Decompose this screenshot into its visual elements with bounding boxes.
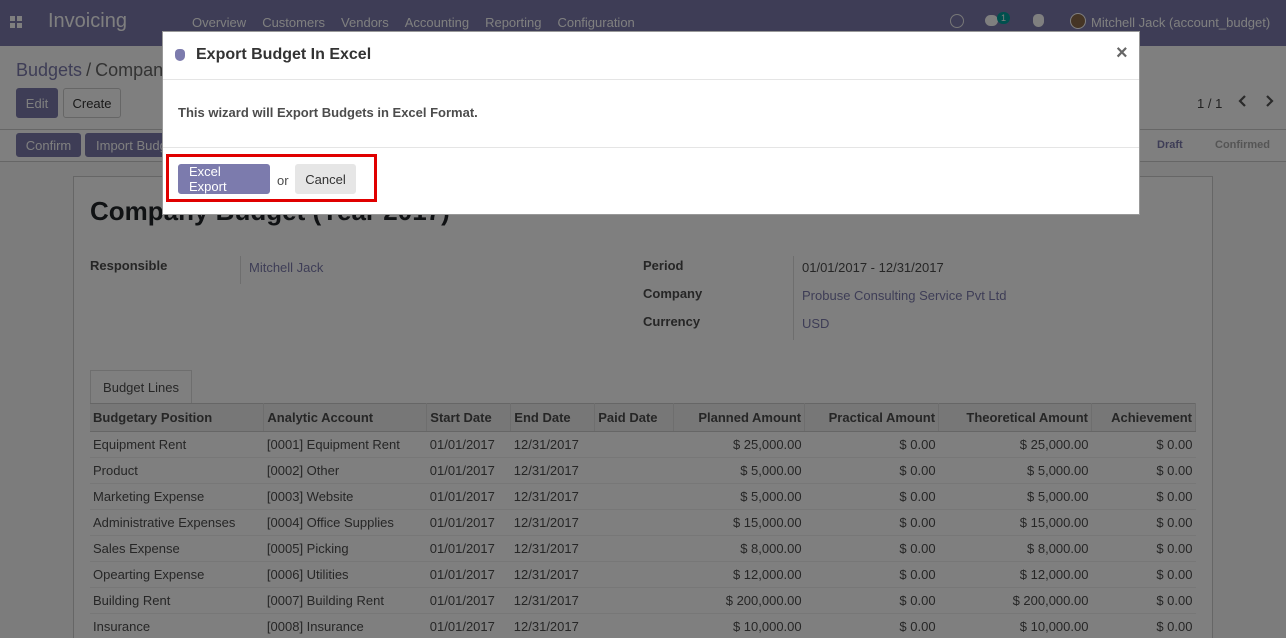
modal-description: This wizard will Export Budgets in Excel… bbox=[178, 105, 478, 120]
modal-header: Export Budget In Excel × bbox=[163, 32, 1139, 80]
highlight-annotation bbox=[166, 154, 377, 202]
close-icon[interactable]: × bbox=[1116, 42, 1128, 65]
bug-icon bbox=[175, 49, 185, 61]
modal-title: Export Budget In Excel bbox=[196, 46, 372, 63]
